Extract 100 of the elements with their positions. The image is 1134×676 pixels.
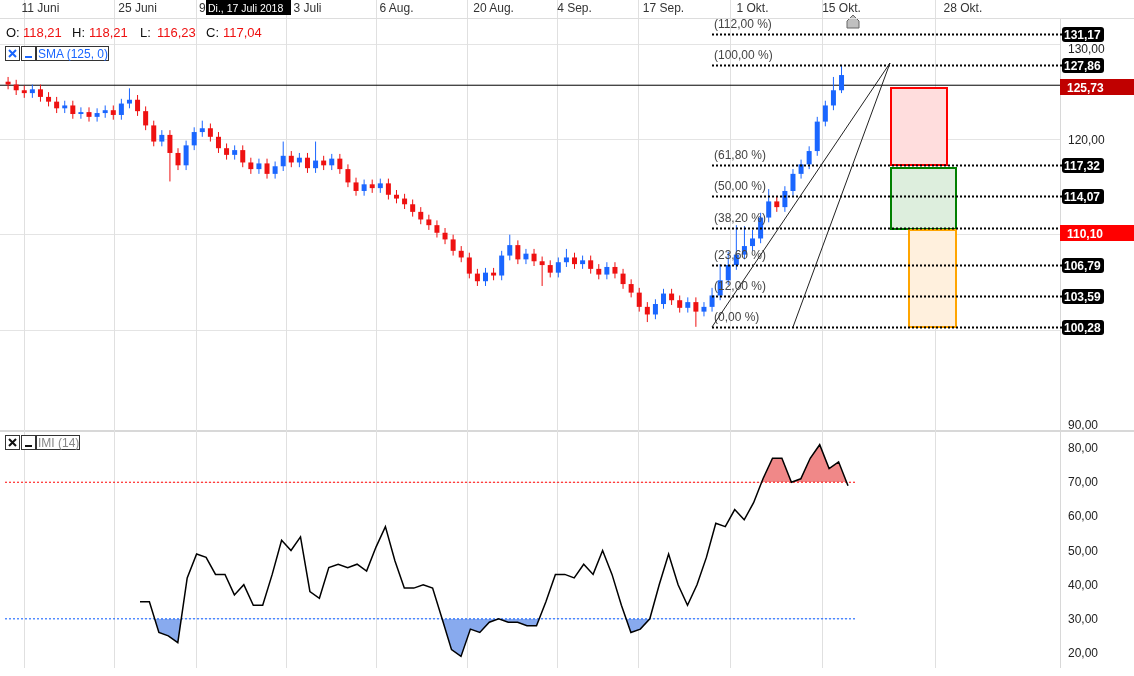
candle [232,144,238,161]
candle [466,252,472,279]
price-badge: 114,07 [1062,189,1104,204]
candle [264,158,270,180]
date-label: 25 Juni [118,1,157,15]
candle [175,147,181,171]
candle [224,142,230,161]
candle [62,100,68,114]
price-badge: 106,79 [1062,258,1104,273]
candle [539,256,545,287]
ohlc-label: C: [206,25,219,40]
date-label: 20 Aug. [473,1,514,15]
candle [313,141,319,174]
candle [394,189,399,204]
ohlc-value: 117,04 [223,25,262,40]
candle [369,179,375,194]
date-label: 9 [198,1,206,15]
candle [474,268,480,287]
candle [620,268,626,290]
candle [118,98,124,121]
candle [499,250,505,281]
candle [636,287,642,313]
indicator-legend-label[interactable]: SMA (125, 0) [36,46,109,61]
ohlc-label: O: [6,25,20,40]
minimize-icon[interactable] [21,435,36,450]
ohlc-label: H: [72,25,85,40]
candle [46,91,52,107]
candle [750,229,755,252]
candle [402,193,408,210]
indicator-axis-label: 50,00 [1068,543,1099,558]
close-icon[interactable] [5,46,20,61]
candle [110,104,116,121]
candle [774,196,780,213]
candle [199,120,205,138]
zone-rectangle[interactable] [890,87,948,166]
candle [806,145,812,170]
date-label: 28 Okt. [943,1,983,15]
zone-rectangle[interactable] [890,167,957,230]
candle [596,263,602,280]
price-badge: 103,59 [1062,289,1104,304]
close-icon[interactable] [5,435,20,450]
candle [361,179,367,197]
price-marker: 110,10 [1060,225,1134,241]
candle [13,79,19,96]
date-label: 1 Okt. [736,1,769,15]
candle [126,87,132,109]
candle [353,177,359,197]
candle [572,252,577,270]
candle [207,123,213,143]
indicator-axis-label: 80,00 [1068,441,1099,456]
candle [515,239,521,265]
candle [677,294,683,314]
candle [248,157,254,175]
zone-rectangle[interactable] [908,229,957,328]
fibonacci-label: (112,00 %) [714,17,772,31]
price-axis-label: 90,00 [1068,417,1099,430]
candle [555,256,561,278]
candle [280,141,286,172]
indicator-axis-label: 60,00 [1068,509,1099,524]
candle [839,64,845,94]
candle [215,131,221,154]
candle [159,129,165,147]
candle [830,76,836,111]
minimize-icon[interactable] [21,46,36,61]
date-label: 11 Juni [21,1,60,15]
candle [588,255,594,275]
candle [814,116,820,157]
candle [766,188,772,223]
candle [434,219,440,238]
indicator-axis-label: 30,00 [1068,611,1099,626]
candle [240,144,246,168]
price-badge: 127,86 [1062,58,1104,73]
candle [54,96,60,114]
candle [78,106,84,120]
candle [547,259,553,278]
candle [693,296,699,328]
ohlc-label: L: [140,25,151,40]
candle [507,234,513,261]
candle [296,152,302,168]
date-label: 3 Juli [293,1,322,15]
candle [426,214,432,231]
candle [183,140,189,171]
candle [377,178,383,194]
candle [628,278,634,298]
candle [337,153,343,175]
scroll-marker-icon[interactable] [846,14,860,29]
candle [685,296,691,314]
candle [491,267,497,281]
fibonacci-label: (50,00 %) [714,179,767,193]
indicator-axis-label: 20,00 [1068,646,1099,660]
candle [483,267,488,287]
candle [701,301,707,317]
candle [70,100,76,120]
candle [661,288,666,310]
candle [29,84,35,99]
candle [135,94,141,117]
indicator-legend-label[interactable]: IMI (14) [36,435,80,450]
candle [531,248,537,267]
ohlc-value: 118,21 [89,25,128,40]
date-label: 6 Aug. [379,1,414,15]
